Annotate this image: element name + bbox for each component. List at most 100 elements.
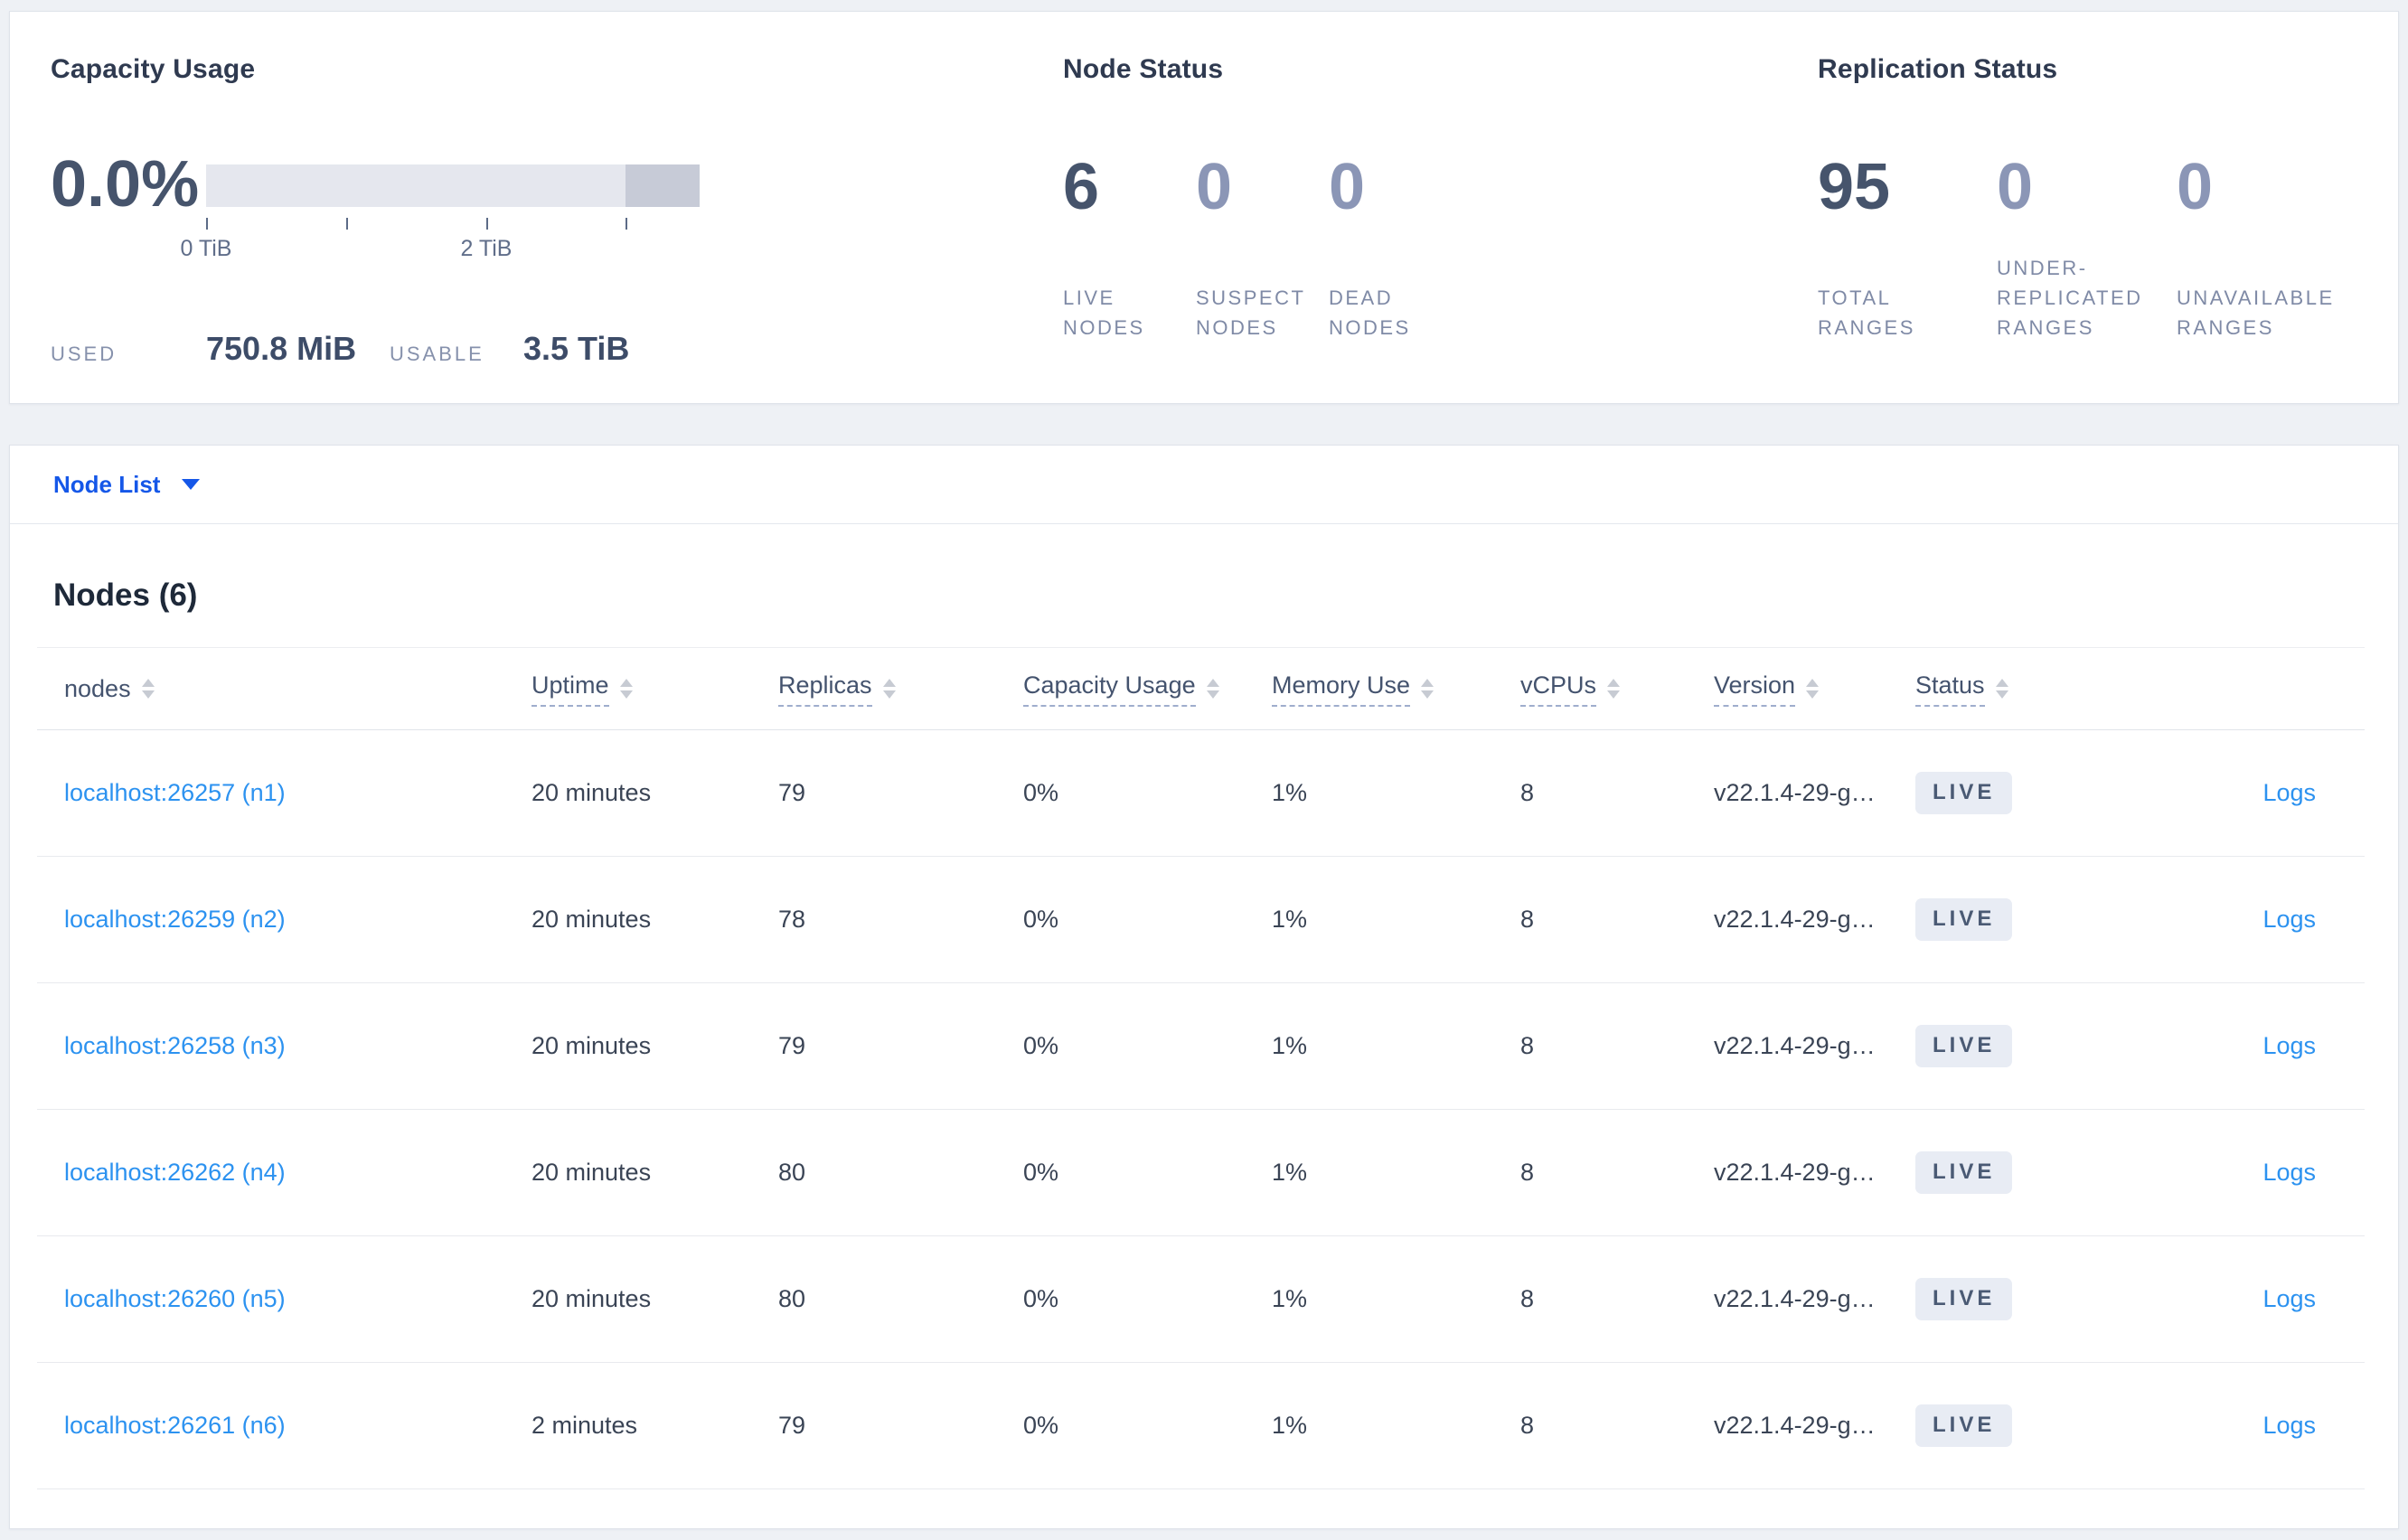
memory-use-cell: 1% (1272, 906, 1308, 933)
sort-arrows-icon[interactable] (1421, 679, 1434, 699)
version-cell: v22.1.4-29-g… (1714, 1159, 1876, 1186)
vcpus-cell: 8 (1520, 1032, 1535, 1059)
replicas-cell: 79 (778, 1412, 806, 1439)
uptime-cell: 20 minutes (531, 906, 652, 933)
node-link[interactable]: localhost:26257 (n1) (64, 779, 286, 806)
sort-arrows-icon[interactable] (1806, 679, 1820, 699)
memory-use-cell: 1% (1272, 1159, 1308, 1186)
capacity-used-percent: 0.0% (51, 148, 200, 221)
sort-arrows-icon[interactable] (619, 679, 633, 699)
capacity-gauge-tail-segment (626, 164, 700, 207)
under-replicated-ranges-count: 0 (1997, 151, 2034, 223)
capacity-usage-cell: 0% (1023, 1032, 1059, 1059)
replication-status-panel: Replication Status 95 0 0 TOTAL RANGES U… (1818, 12, 2396, 405)
used-label: USED (51, 343, 118, 365)
cluster-overview-page: { "summary": { "capacity": { "title": "C… (0, 0, 2408, 1540)
replicas-cell: 80 (778, 1159, 806, 1186)
node-link[interactable]: localhost:26261 (n6) (64, 1412, 286, 1439)
table-row: localhost:26258 (n3) 20 minutes 79 0% 1%… (37, 983, 2365, 1110)
usable-value: 3.5 TiB (523, 330, 630, 367)
column-header-capacity-usage: Capacity Usage (1023, 671, 1272, 707)
replication-status-labels: TOTAL RANGES UNDER- REPLICATED RANGES UN… (1818, 256, 2403, 343)
uptime-cell: 20 minutes (531, 1285, 652, 1312)
version-cell: v22.1.4-29-g… (1714, 779, 1876, 806)
table-row: localhost:26261 (n6) 2 minutes 79 0% 1% … (37, 1363, 2365, 1489)
cluster-summary-card: Capacity Usage 0.0% 0 TiB 2 TiB USED 750… (9, 11, 2399, 404)
logs-link[interactable]: Logs (2262, 1285, 2316, 1312)
under-replicated-ranges-label: UNDER- REPLICATED RANGES (1997, 257, 2143, 339)
status-badge: LIVE (1915, 898, 2013, 941)
node-link[interactable]: localhost:26258 (n3) (64, 1032, 286, 1059)
replication-status-values: 95 0 0 (1818, 155, 2403, 220)
node-list-dropdown[interactable]: Node List (53, 470, 201, 499)
table-row: localhost:26260 (n5) 20 minutes 80 0% 1%… (37, 1236, 2365, 1363)
sort-by-nodes[interactable]: nodes (64, 675, 131, 703)
sort-by-vcpus[interactable]: vCPUs (1520, 671, 1597, 707)
capacity-usage-gauge (206, 164, 700, 207)
sort-by-capacity-usage[interactable]: Capacity Usage (1023, 671, 1196, 707)
logs-link[interactable]: Logs (2262, 779, 2316, 806)
total-ranges-label: TOTAL RANGES (1818, 286, 1915, 339)
usable-label: USABLE (390, 343, 484, 365)
version-cell: v22.1.4-29-g… (1714, 906, 1876, 933)
status-badge: LIVE (1915, 1278, 2013, 1320)
column-header-nodes: nodes (37, 675, 531, 703)
logs-link[interactable]: Logs (2262, 1032, 2316, 1059)
node-link[interactable]: localhost:26260 (n5) (64, 1285, 286, 1312)
uptime-cell: 20 minutes (531, 1159, 652, 1186)
vcpus-cell: 8 (1520, 1412, 1535, 1439)
capacity-usage-cell: 0% (1023, 1159, 1059, 1186)
node-status-labels: LIVE NODES SUSPECT NODES DEAD NODES (1063, 256, 1462, 343)
capacity-usage-cell: 0% (1023, 779, 1059, 806)
unavailable-ranges-label: UNAVAILABLE RANGES (2177, 286, 2335, 339)
node-status-panel: Node Status 6 0 0 LIVE NODES SUSPECT NOD… (1063, 12, 1804, 405)
sort-arrows-icon[interactable] (1206, 679, 1219, 699)
vcpus-cell: 8 (1520, 906, 1535, 933)
gauge-tick-label: 0 TiB (180, 236, 232, 261)
nodes-table-header: nodes Uptime Replicas Capacity Usage Mem… (37, 647, 2365, 730)
gauge-tick (626, 218, 627, 230)
node-list-dropdown-label: Node List (53, 470, 161, 498)
capacity-usage-cell: 0% (1023, 1285, 1059, 1312)
sort-by-uptime[interactable]: Uptime (531, 671, 609, 707)
capacity-usage-panel: Capacity Usage 0.0% 0 TiB 2 TiB USED 750… (51, 12, 1045, 405)
node-link[interactable]: localhost:26259 (n2) (64, 906, 286, 933)
sort-arrows-icon[interactable] (141, 679, 155, 699)
live-nodes-count: 6 (1063, 151, 1100, 223)
sort-by-memory-use[interactable]: Memory Use (1272, 671, 1411, 707)
unavailable-ranges-count: 0 (2177, 151, 2214, 223)
logs-link[interactable]: Logs (2262, 1159, 2316, 1186)
replicas-cell: 79 (778, 1032, 806, 1059)
vcpus-cell: 8 (1520, 1285, 1535, 1312)
suspect-nodes-count: 0 (1196, 151, 1233, 223)
column-header-status: Status (1915, 671, 2125, 707)
table-row: localhost:26262 (n4) 20 minutes 80 0% 1%… (37, 1110, 2365, 1236)
sort-arrows-icon[interactable] (882, 679, 896, 699)
uptime-cell: 20 minutes (531, 779, 652, 806)
logs-link[interactable]: Logs (2262, 1412, 2316, 1439)
sort-arrows-icon[interactable] (1607, 679, 1621, 699)
sort-arrows-icon[interactable] (1995, 679, 2008, 699)
suspect-nodes-label: SUSPECT NODES (1196, 286, 1306, 339)
column-header-replicas: Replicas (778, 671, 1023, 707)
table-row: localhost:26259 (n2) 20 minutes 78 0% 1%… (37, 857, 2365, 983)
node-link[interactable]: localhost:26262 (n4) (64, 1159, 286, 1186)
vcpus-cell: 8 (1520, 1159, 1535, 1186)
memory-use-cell: 1% (1272, 1412, 1308, 1439)
column-header-uptime: Uptime (531, 671, 778, 707)
sort-by-status[interactable]: Status (1915, 671, 1985, 707)
vcpus-cell: 8 (1520, 779, 1535, 806)
version-cell: v22.1.4-29-g… (1714, 1032, 1876, 1059)
replicas-cell: 79 (778, 779, 806, 806)
logs-link[interactable]: Logs (2262, 906, 2316, 933)
sort-by-version[interactable]: Version (1714, 671, 1796, 707)
status-badge: LIVE (1915, 1151, 2013, 1194)
dead-nodes-label: DEAD NODES (1329, 286, 1411, 339)
uptime-cell: 2 minutes (531, 1412, 638, 1439)
capacity-usage-cell: 0% (1023, 906, 1059, 933)
gauge-tick (346, 218, 348, 230)
gauge-tick (486, 218, 488, 230)
sort-by-replicas[interactable]: Replicas (778, 671, 872, 707)
nodes-count-heading: Nodes (6) (53, 578, 198, 613)
total-ranges-count: 95 (1818, 151, 1891, 223)
